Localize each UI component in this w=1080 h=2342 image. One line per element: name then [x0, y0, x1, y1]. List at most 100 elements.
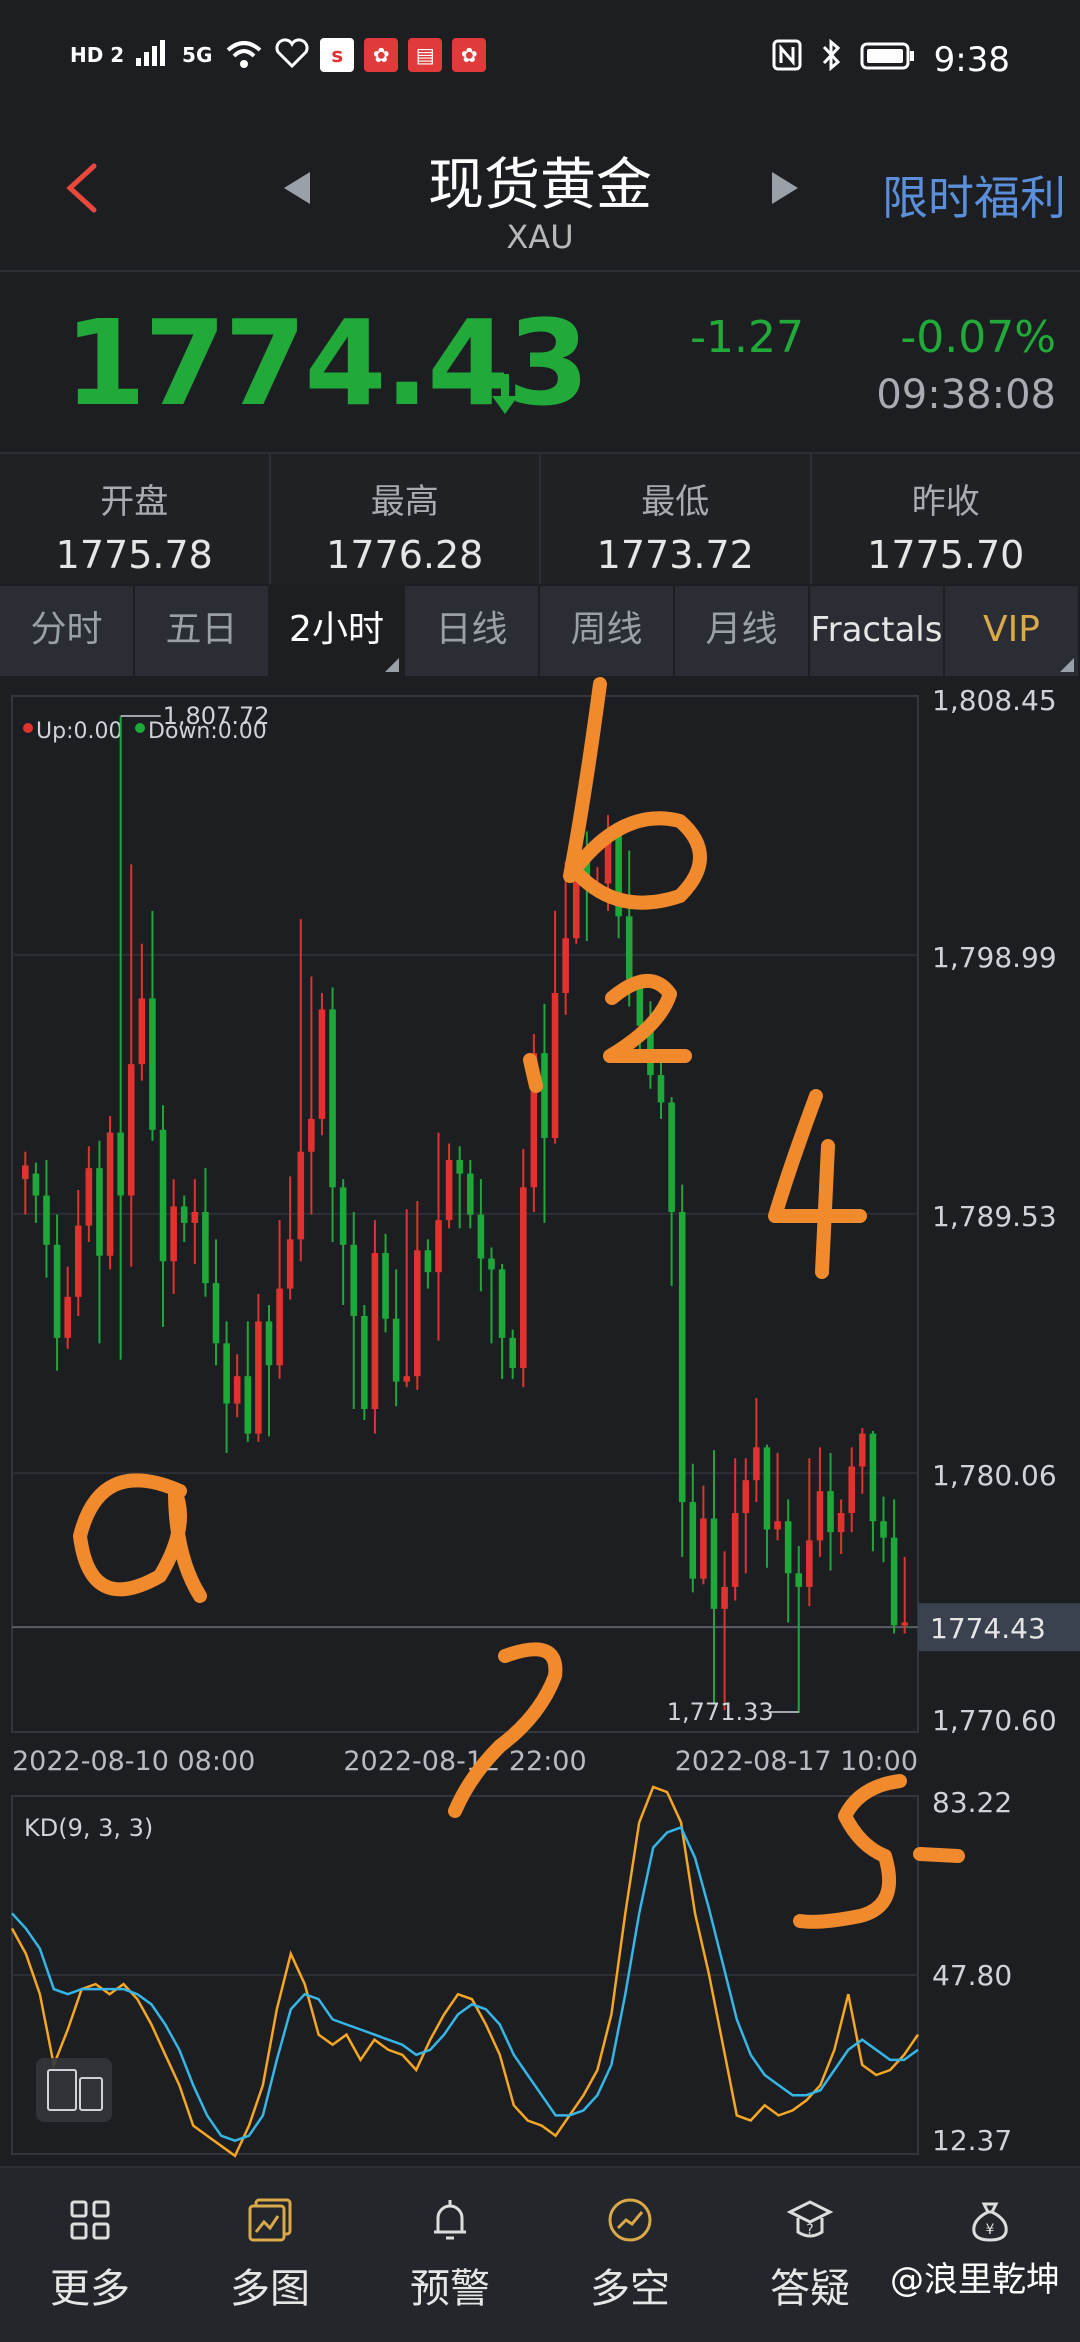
candle-body: [276, 1289, 283, 1366]
trend-icon: [600, 2190, 660, 2250]
candle-body: [488, 1258, 495, 1269]
candle-body: [33, 1174, 40, 1196]
candle-body: [690, 1502, 697, 1579]
5g-signal-icon: 5G: [180, 38, 214, 72]
candle-body: [128, 1064, 135, 1195]
stat-prev-close: 昨收 1775.70: [812, 454, 1080, 584]
tab-five-day[interactable]: 五日: [135, 586, 270, 676]
candle-body: [107, 1133, 114, 1256]
nfc-icon: [772, 39, 802, 80]
quote-panel: 1774.43 -1.27 -0.07% 09:38:08: [0, 272, 1080, 454]
candle-body: [425, 1250, 432, 1272]
candle-body: [149, 998, 156, 1129]
candle-body: [22, 1165, 29, 1179]
battery-icon: [860, 40, 916, 80]
candle-body: [160, 1130, 167, 1261]
kd-series-k: [12, 1787, 918, 2156]
tab-monthly[interactable]: 月线: [675, 586, 810, 676]
next-instrument-icon[interactable]: [772, 172, 798, 204]
candle-body: [742, 1480, 749, 1513]
tab-intraday[interactable]: 分时: [0, 586, 135, 676]
kd-y-tick-label: 83.22: [932, 1786, 1012, 1819]
candle-body: [721, 1587, 728, 1609]
candle-body: [615, 834, 622, 916]
tab-daily[interactable]: 日线: [405, 586, 540, 676]
y-tick-label: 1,770.60: [932, 1704, 1057, 1737]
nav-label: 多空: [540, 2256, 720, 2314]
candle-body: [785, 1521, 792, 1573]
tab-label: 2小时: [289, 609, 384, 650]
promo-link[interactable]: 限时福利: [882, 162, 1066, 228]
kd-y-tick-label: 47.80: [932, 1959, 1012, 1992]
x-tick-label: 2022-08-10 08:00: [12, 1746, 255, 1777]
legend-down-dot: [135, 723, 145, 733]
status-icons-right: 9:38: [772, 38, 1010, 81]
watermark: @浪里乾坤: [890, 2252, 1060, 2301]
tab-label: VIP: [983, 609, 1040, 650]
candle-body: [764, 1447, 771, 1529]
candle-body: [372, 1253, 379, 1409]
candle-body: [901, 1623, 908, 1626]
stat-high: 最高 1776.28: [271, 454, 542, 584]
candle-body: [806, 1540, 813, 1587]
price-change-pct: -0.07%: [900, 312, 1056, 363]
nav-alert[interactable]: 预警: [360, 2168, 540, 2342]
annotation-label: 1,771.33: [667, 1698, 774, 1726]
nav-label: 预警: [360, 2256, 540, 2314]
candle-body: [594, 883, 601, 888]
nav-more[interactable]: 更多: [0, 2168, 180, 2342]
candle-body: [446, 1160, 453, 1220]
legend-up: Up:0.00: [36, 719, 122, 744]
tab-2-hour[interactable]: 2小时: [270, 586, 405, 676]
y-tick-label: 1,789.53: [932, 1200, 1057, 1233]
sina-icon: s: [320, 38, 354, 72]
status-bar: HD 2 5G s ✿ ▤ ✿ 9:38: [0, 0, 1080, 100]
candle-body: [753, 1447, 760, 1480]
candle-body: [478, 1215, 485, 1259]
tab-fractals[interactable]: Fractals: [810, 586, 945, 676]
candle-body: [308, 1119, 315, 1152]
candle-body: [435, 1220, 442, 1272]
nav-label: 更多: [0, 2256, 180, 2314]
nav-long-short[interactable]: 多空: [540, 2168, 720, 2342]
legend-up-dot: [23, 723, 33, 733]
clock-time: 9:38: [934, 40, 1010, 80]
candle-body: [382, 1253, 389, 1319]
dropdown-corner-icon: [1060, 658, 1074, 672]
tab-vip[interactable]: VIP: [945, 586, 1080, 676]
candle-body: [880, 1521, 887, 1537]
candle-body: [170, 1206, 177, 1261]
hd-signal-icon: HD 2: [70, 38, 124, 72]
candle-body: [96, 1168, 103, 1256]
candle-body: [700, 1519, 707, 1579]
current-price-label: 1774.43: [930, 1612, 1046, 1645]
arrow-down-icon: [490, 372, 520, 420]
stat-label: 开盘: [0, 474, 269, 523]
stat-label: 最低: [541, 474, 810, 523]
candle-body: [658, 1075, 665, 1102]
candle-body: [75, 1226, 82, 1297]
candle-body: [202, 1212, 209, 1283]
candle-body: [361, 1316, 368, 1409]
chart-area[interactable]: 1,808.451,798.991,789.531,780.061,770.60…: [0, 676, 1080, 2166]
candle-body: [287, 1239, 294, 1288]
heart-rate-icon: [274, 38, 310, 72]
svg-text:?: ?: [806, 2222, 813, 2238]
price-chart[interactable]: 1,808.451,798.991,789.531,780.061,770.60…: [0, 676, 1080, 2166]
price-change: -1.27: [690, 312, 804, 363]
candle-body: [541, 1053, 548, 1138]
candle-body: [520, 1187, 527, 1368]
candle-body: [870, 1434, 877, 1522]
nav-label: 答疑: [720, 2256, 900, 2314]
candle-body: [393, 1319, 400, 1382]
signal-bars-icon: [134, 38, 170, 72]
stat-label: 最高: [271, 474, 540, 523]
tab-weekly[interactable]: 周线: [540, 586, 675, 676]
stats-row: 开盘 1775.78 最高 1776.28 最低 1773.72 昨收 1775…: [0, 454, 1080, 584]
candle-body: [192, 1212, 199, 1223]
candle-body: [552, 993, 559, 1138]
nav-multi-chart[interactable]: 多图: [180, 2168, 360, 2342]
candle-body: [848, 1466, 855, 1513]
candle-body: [891, 1538, 898, 1626]
nav-qa[interactable]: ? 答疑: [720, 2168, 900, 2342]
